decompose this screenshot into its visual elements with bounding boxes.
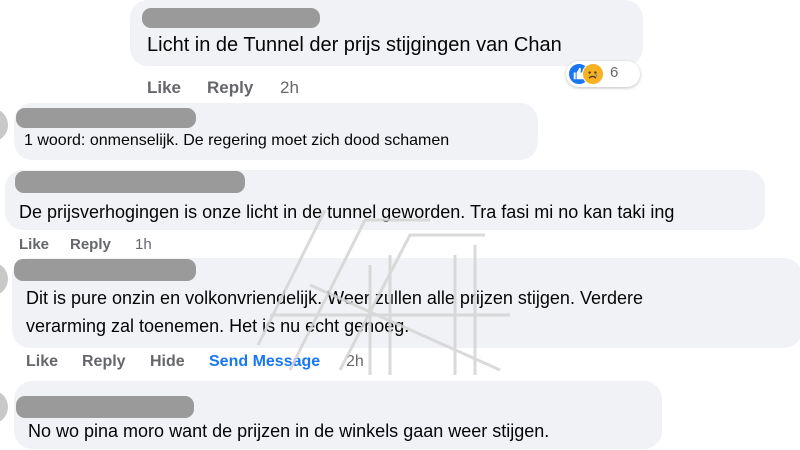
watermark-logo xyxy=(256,209,510,375)
reaction-summary[interactable]: 6 xyxy=(566,61,640,87)
comment-text: 1 woord: onmenselijk. De regering moet z… xyxy=(24,132,450,149)
reaction-count: 6 xyxy=(610,64,619,81)
like-button[interactable]: Like xyxy=(19,236,49,253)
comment-text: No wo pina moro want de prijzen in de wi… xyxy=(28,421,550,441)
like-button[interactable]: Like xyxy=(147,78,181,98)
comment-bubble: No wo pina moro want de prijzen in de wi… xyxy=(14,381,662,449)
timestamp[interactable]: 1h xyxy=(135,236,152,253)
redacted-author-name xyxy=(16,108,196,128)
avatar[interactable] xyxy=(0,390,8,424)
reply-button[interactable]: Reply xyxy=(70,236,111,253)
avatar[interactable] xyxy=(0,262,8,296)
avatar[interactable] xyxy=(0,108,8,142)
sad-icon xyxy=(582,63,604,85)
redacted-author-name xyxy=(15,171,245,193)
comment-text: Licht in de Tunnel der prijs stijgingen … xyxy=(147,34,562,56)
comment-bubble: Licht in de Tunnel der prijs stijgingen … xyxy=(130,0,643,66)
redacted-author-name xyxy=(14,259,196,281)
reply-button[interactable]: Reply xyxy=(207,78,253,98)
comment-bubble: 1 woord: onmenselijk. De regering moet z… xyxy=(14,103,538,160)
timestamp[interactable]: 2h xyxy=(280,78,299,98)
like-button[interactable]: Like xyxy=(26,353,58,371)
redacted-author-name xyxy=(142,8,320,28)
redacted-author-name xyxy=(16,396,194,418)
reply-button[interactable]: Reply xyxy=(82,353,126,371)
hide-button[interactable]: Hide xyxy=(150,353,185,371)
